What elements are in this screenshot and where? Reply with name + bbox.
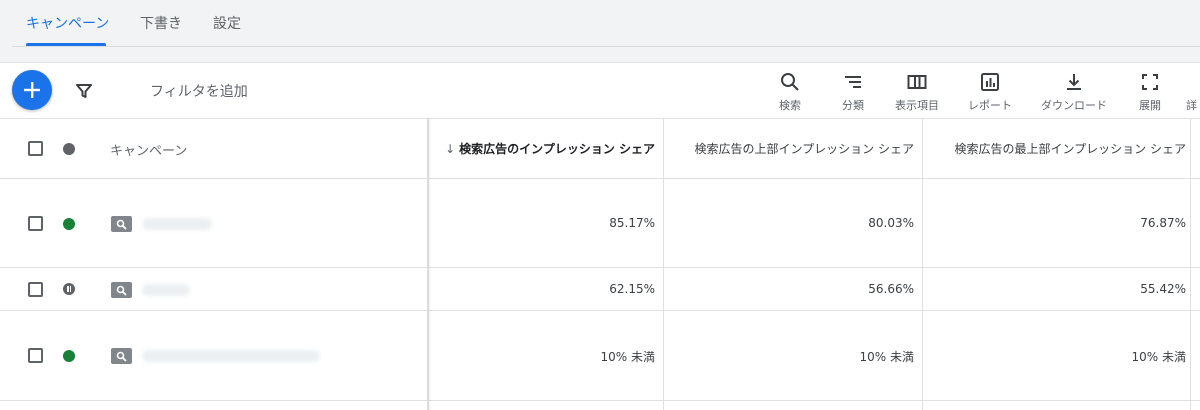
status-enabled-icon[interactable] (63, 218, 75, 230)
row-checkbox[interactable] (28, 348, 43, 363)
expand-button-label: 展開 (1139, 99, 1161, 112)
abs-top-impr-share-cell: 55.42% (1140, 282, 1186, 296)
tab-settings[interactable]: 設定 (213, 13, 241, 33)
campaign-name-link[interactable] (142, 350, 320, 362)
filter-input[interactable]: フィルタを追加 (150, 81, 248, 101)
plus-icon (24, 82, 40, 98)
columns-icon (907, 75, 927, 89)
tabs-divider (12, 46, 1200, 47)
column-header-campaign[interactable]: キャンペーン (110, 140, 187, 159)
expand-icon (1142, 74, 1158, 90)
search-campaign-type-icon (111, 216, 132, 232)
column-header-search-impr-share-label: 検索広告のインプレッション シェア (459, 142, 655, 156)
campaign-name-link[interactable] (142, 218, 212, 230)
frozen-column-divider (427, 119, 429, 410)
segment-icon (845, 76, 861, 88)
more-button-label: 詳 (1186, 99, 1197, 112)
toolbar: フィルタを追加 検索 分類 表示項目 レポート ダウンロード 展開 詳 (0, 63, 1200, 119)
report-icon (981, 73, 999, 91)
campaign-table: キャンペーン ↓ 検索広告のインプレッション シェア 検索広告の上部インプレッショ… (0, 119, 1200, 410)
column-header-top-impr-share[interactable]: 検索広告の上部インプレッション シェア (695, 140, 914, 157)
table-row[interactable]: 85.17% 80.03% 76.87% (0, 179, 1200, 268)
column-header-abs-top-impr-share[interactable]: 検索広告の最上部インプレッション シェア (955, 140, 1186, 157)
search-campaign-type-icon (111, 348, 132, 364)
row-checkbox[interactable] (28, 282, 43, 297)
row-checkbox[interactable] (28, 216, 43, 231)
reports-button[interactable]: レポート (958, 71, 1022, 113)
top-impr-share-cell: 56.66% (868, 282, 914, 296)
search-button-label: 検索 (779, 99, 801, 112)
campaign-name-link[interactable] (142, 284, 190, 296)
filter-icon[interactable] (74, 81, 94, 101)
tab-drafts[interactable]: 下書き (140, 13, 182, 33)
column-divider (663, 119, 664, 410)
column-divider (922, 119, 923, 410)
table-header: キャンペーン ↓ 検索広告のインプレッション シェア 検索広告の上部インプレッショ… (0, 119, 1200, 179)
status-enabled-icon[interactable] (63, 350, 75, 362)
status-header-icon[interactable] (63, 143, 75, 155)
columns-button[interactable]: 表示項目 (885, 71, 949, 113)
download-button-label: ダウンロード (1041, 99, 1107, 112)
columns-button-label: 表示項目 (895, 99, 939, 112)
campaign-table-card: フィルタを追加 検索 分類 表示項目 レポート ダウンロード 展開 詳 キャンペ… (0, 62, 1200, 410)
abs-top-impr-share-cell: 76.87% (1140, 216, 1186, 230)
top-impr-share-cell: 80.03% (868, 216, 914, 230)
download-button[interactable]: ダウンロード (1034, 71, 1114, 113)
search-impr-share-cell: 85.17% (609, 216, 655, 230)
download-icon (1067, 74, 1081, 90)
top-impr-share-cell: 10% 未満 (859, 350, 915, 364)
search-button[interactable]: 検索 (758, 71, 822, 113)
add-campaign-button[interactable] (12, 70, 52, 110)
reports-button-label: レポート (968, 99, 1012, 112)
expand-button[interactable]: 展開 (1118, 71, 1182, 113)
sort-descending-icon: ↓ (445, 142, 456, 156)
tab-campaigns[interactable]: キャンペーン (26, 13, 109, 33)
search-impr-share-cell: 10% 未満 (600, 350, 656, 364)
table-row[interactable]: 62.15% 56.66% 55.42% (0, 268, 1200, 311)
column-header-search-impr-share[interactable]: ↓ 検索広告のインプレッション シェア (445, 140, 655, 157)
segment-button[interactable]: 分類 (821, 71, 885, 113)
search-campaign-type-icon (111, 282, 132, 298)
more-icon (1186, 71, 1200, 93)
table-row[interactable]: 10% 未満 10% 未満 10% 未満 (0, 311, 1200, 401)
select-all-checkbox[interactable] (28, 141, 43, 156)
abs-top-impr-share-cell: 10% 未満 (1131, 350, 1187, 364)
search-icon (781, 73, 799, 91)
more-button[interactable]: 詳 (1186, 71, 1200, 113)
search-impr-share-cell: 62.15% (609, 282, 655, 296)
tab-bar: キャンペーン 下書き 設定 (0, 0, 1200, 48)
column-divider (1190, 119, 1191, 410)
status-paused-icon[interactable] (63, 283, 75, 295)
segment-button-label: 分類 (842, 99, 864, 112)
